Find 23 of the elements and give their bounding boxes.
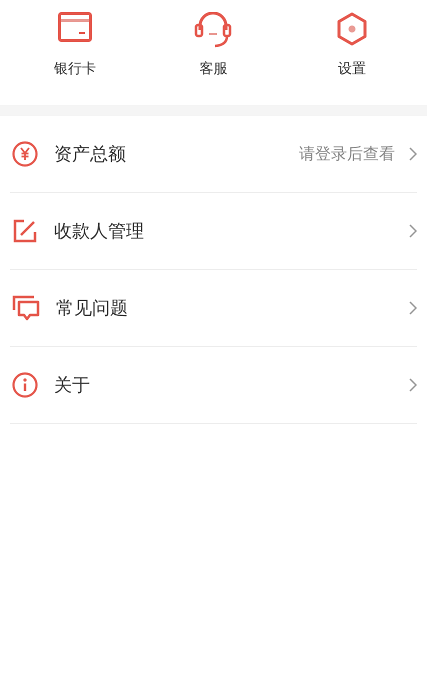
shortcut-button[interactable]: 客服 <box>173 12 254 78</box>
shortcut-button[interactable]: 银行卡 <box>35 12 116 78</box>
menu-item[interactable]: 关于 <box>10 347 417 424</box>
edit-icon <box>12 218 38 244</box>
chevron-icon <box>409 224 417 238</box>
menu-label: 收款人管理 <box>54 220 145 243</box>
menu-value: 请登录后查看 <box>299 144 395 164</box>
chevron-icon <box>409 147 417 161</box>
menu-item[interactable]: 资产总额 请登录后查看 <box>10 116 417 193</box>
shortcut-button[interactable]: 设置 <box>312 12 392 78</box>
chevron-icon <box>409 378 417 392</box>
menu-label: 常见问题 <box>56 297 129 320</box>
yuan-icon <box>12 141 38 167</box>
info-icon <box>12 372 38 398</box>
menu-label: 关于 <box>54 374 91 397</box>
menu-item[interactable]: 常见问题 <box>10 270 417 347</box>
chevron-icon <box>409 301 417 315</box>
bank-card-icon <box>58 12 92 42</box>
headset-icon <box>194 12 232 48</box>
chat-icon <box>12 295 40 321</box>
menu-item[interactable]: 收款人管理 <box>10 193 417 270</box>
settings-icon <box>336 12 368 46</box>
menu-label: 资产总额 <box>54 143 127 166</box>
